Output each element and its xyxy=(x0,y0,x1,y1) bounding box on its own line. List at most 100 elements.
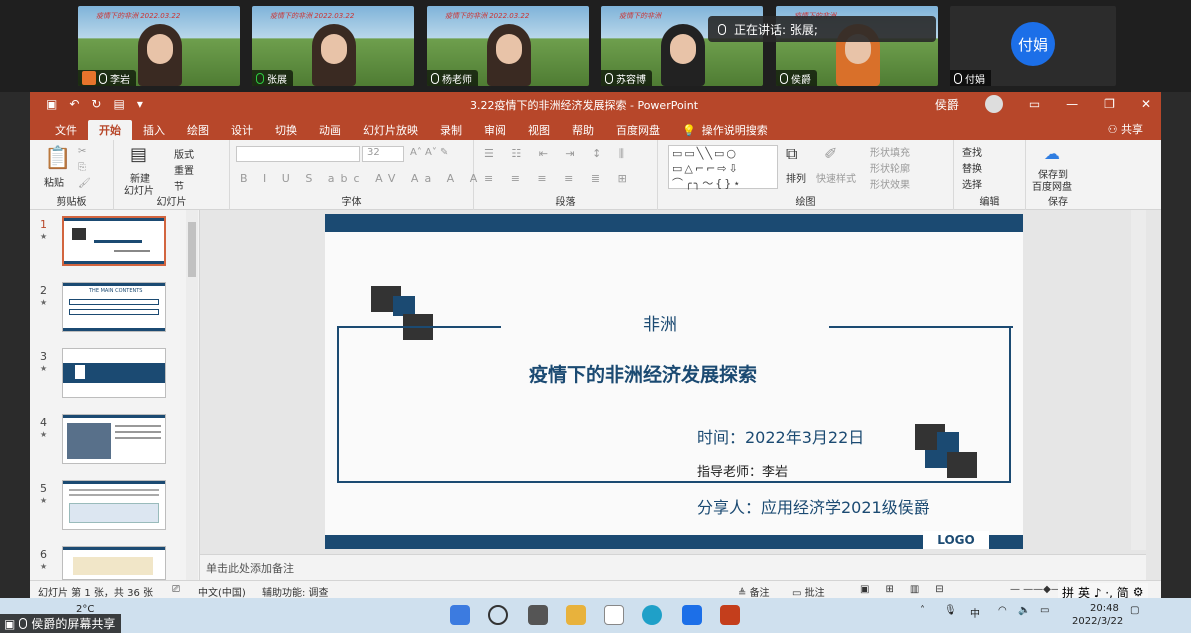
grow-font-icon[interactable]: A˄ A˅ ✎ xyxy=(410,147,448,158)
slide-thumbnail[interactable]: 2 ★ THE MAIN CONTENTS xyxy=(36,280,196,340)
ime-settings-icon[interactable]: ⚙ xyxy=(1133,585,1144,599)
tab-file[interactable]: 文件 xyxy=(44,120,88,140)
participant-tile-avatar[interactable]: 付娟 付娟 xyxy=(950,6,1116,86)
format-painter-icon[interactable]: 🖌 xyxy=(78,178,91,189)
tell-me-search[interactable]: 💡 操作说明搜索 xyxy=(671,120,779,140)
slide-thumbnail[interactable]: 3 ★ xyxy=(36,346,196,406)
view-buttons[interactable]: ▣⊞▥⊟ xyxy=(860,584,960,595)
arrange-icon[interactable]: ⧉ xyxy=(786,144,797,164)
language-status[interactable]: 中文(中国) xyxy=(198,584,246,599)
list-format-icons[interactable]: ☰ ☷ ⇤ ⇥ ↕ ⫼ xyxy=(484,147,631,161)
tray-chevron-icon[interactable]: ˄ xyxy=(920,605,925,616)
cut-icon[interactable]: ✂ xyxy=(78,146,86,157)
slide-subtitle[interactable]: 非洲 xyxy=(643,310,677,335)
save-icon[interactable]: ▣ xyxy=(46,97,57,111)
slide-thumbnail[interactable]: 1 ★ xyxy=(36,214,196,274)
participant-tile[interactable]: 疫情下的非洲 2022.03.22 张展 xyxy=(252,6,414,86)
share-button[interactable]: ⚇ 共享 xyxy=(1108,121,1143,137)
shapes-gallery[interactable]: ▭▭╲╲▭○ ▭△⌐⌐⇨⇩ ⌒╭╮〜{}⋆ xyxy=(668,145,778,190)
user-avatar[interactable] xyxy=(984,95,1003,113)
layout-button[interactable]: 版式 xyxy=(174,146,194,161)
spellcheck-icon[interactable]: ⎚ xyxy=(172,584,180,595)
align-icons[interactable]: ≡ ≡ ≡ ≡ ≣ ⊞ xyxy=(484,172,634,185)
redo-icon[interactable]: ↻ xyxy=(91,97,101,111)
tab-help[interactable]: 帮助 xyxy=(561,120,605,140)
slide-title[interactable]: 疫情下的非洲经济发展探索 xyxy=(529,360,757,387)
font-family-select[interactable] xyxy=(236,146,360,162)
select-button[interactable]: 选择 xyxy=(962,176,982,191)
start-icon[interactable] xyxy=(450,605,470,625)
search-icon[interactable] xyxy=(488,605,508,625)
shape-effect-button[interactable]: 形状效果 xyxy=(870,176,910,191)
slide-thumbnails-pane: 1 ★ 2 ★ THE MAIN CONTENTS 3 ★ 4 ★ 5 ★ 6 … xyxy=(30,210,200,580)
volume-icon[interactable]: 🔈 xyxy=(1018,605,1030,616)
slide-canvas[interactable]: 非洲 疫情下的非洲经济发展探索 时间：2022年3月22日 指导老师：李岩 分享… xyxy=(325,214,1023,549)
quick-styles-icon[interactable]: ✐ xyxy=(824,144,837,163)
slide-presenter[interactable]: 分享人：应用经济学2021级侯爵 xyxy=(697,494,930,518)
tab-view[interactable]: 视图 xyxy=(517,120,561,140)
meeting-app-icon[interactable] xyxy=(682,605,702,625)
slide-teacher[interactable]: 指导老师：李岩 xyxy=(697,461,788,480)
app-icon[interactable] xyxy=(604,605,624,625)
undo-icon[interactable]: ↶ xyxy=(69,97,79,111)
shape-outline-button[interactable]: 形状轮廓 xyxy=(870,160,910,175)
tab-baidu-netdisk[interactable]: 百度网盘 xyxy=(605,120,671,140)
clock-time[interactable]: 20:48 xyxy=(1090,603,1119,614)
new-slide-icon[interactable]: ▤ xyxy=(130,144,147,165)
font-format-icons[interactable]: B I U S abc AV Aa A A xyxy=(240,172,483,185)
slide-scrollbar[interactable] xyxy=(1131,210,1146,550)
tab-slideshow[interactable]: 幻灯片放映 xyxy=(352,120,429,140)
thumb-image xyxy=(62,216,166,266)
tab-insert[interactable]: 插入 xyxy=(132,120,176,140)
tab-transitions[interactable]: 切换 xyxy=(264,120,308,140)
replace-button[interactable]: 替换 xyxy=(962,160,982,175)
section-button[interactable]: 节 xyxy=(174,178,184,193)
maximize-button[interactable]: ❐ xyxy=(1104,97,1115,111)
slide-date[interactable]: 时间：2022年3月22日 xyxy=(697,424,864,448)
slide-thumbnail[interactable]: 4 ★ xyxy=(36,412,196,472)
participant-tile[interactable]: 疫情下的非洲 2022.03.22 李岩 xyxy=(78,6,240,86)
tab-home[interactable]: 开始 xyxy=(88,120,132,140)
accessibility-status[interactable]: 辅助功能: 调查 xyxy=(262,584,329,599)
notes-pane[interactable]: 单击此处添加备注 xyxy=(200,554,1146,580)
lightbulb-icon: 💡 xyxy=(682,123,696,137)
ime-indicator[interactable]: 中 xyxy=(970,605,980,620)
wifi-icon[interactable]: ◠ xyxy=(998,605,1007,616)
notes-toggle[interactable]: ≜ 备注 xyxy=(738,584,770,599)
user-name[interactable]: 侯爵 xyxy=(935,96,959,113)
edge-icon[interactable] xyxy=(642,605,662,625)
copy-icon[interactable]: ⎘ xyxy=(78,162,86,173)
thumb-image xyxy=(62,480,166,530)
participant-tile[interactable]: 疫情下的非洲 2022.03.22 杨老师 xyxy=(427,6,589,86)
clock-date[interactable]: 2022/3/22 xyxy=(1072,616,1123,627)
battery-icon[interactable]: ▭ xyxy=(1040,605,1049,616)
close-button[interactable]: ✕ xyxy=(1141,97,1151,111)
tab-review[interactable]: 审阅 xyxy=(473,120,517,140)
slide-thumbnail[interactable]: 5 ★ xyxy=(36,478,196,538)
tab-record[interactable]: 录制 xyxy=(429,120,473,140)
comments-toggle[interactable]: ▭ 批注 xyxy=(792,584,825,599)
thumbnails-scrollbar[interactable] xyxy=(186,210,198,580)
find-button[interactable]: 查找 xyxy=(962,144,982,159)
customize-qat-icon[interactable]: ▾ xyxy=(137,97,143,111)
ribbon-display-icon[interactable]: ▭ xyxy=(1029,97,1040,111)
tab-design[interactable]: 设计 xyxy=(220,120,264,140)
shape-fill-button[interactable]: 形状填充 xyxy=(870,144,910,159)
paste-icon[interactable]: 📋 xyxy=(44,146,71,171)
notification-icon[interactable]: ▢ xyxy=(1130,605,1139,616)
tab-draw[interactable]: 绘图 xyxy=(176,120,220,140)
mic-tray-icon[interactable]: 🎙 xyxy=(944,605,957,616)
quick-styles-button[interactable]: 快速样式 xyxy=(816,170,856,185)
file-explorer-icon[interactable] xyxy=(566,605,586,625)
reset-button[interactable]: 重置 xyxy=(174,162,194,177)
arrange-button[interactable]: 排列 xyxy=(786,170,806,185)
tab-animations[interactable]: 动画 xyxy=(308,120,352,140)
paste-button[interactable]: 粘贴 xyxy=(44,174,64,189)
baidu-cloud-icon[interactable]: ☁ xyxy=(1044,144,1060,163)
task-view-icon[interactable] xyxy=(528,605,548,625)
font-size-select[interactable]: 32 xyxy=(362,146,404,162)
start-slideshow-icon[interactable]: ▤ xyxy=(113,97,124,111)
scrollbar-thumb[interactable] xyxy=(188,222,196,277)
powerpoint-icon[interactable] xyxy=(720,605,740,625)
minimize-button[interactable]: — xyxy=(1066,97,1078,111)
